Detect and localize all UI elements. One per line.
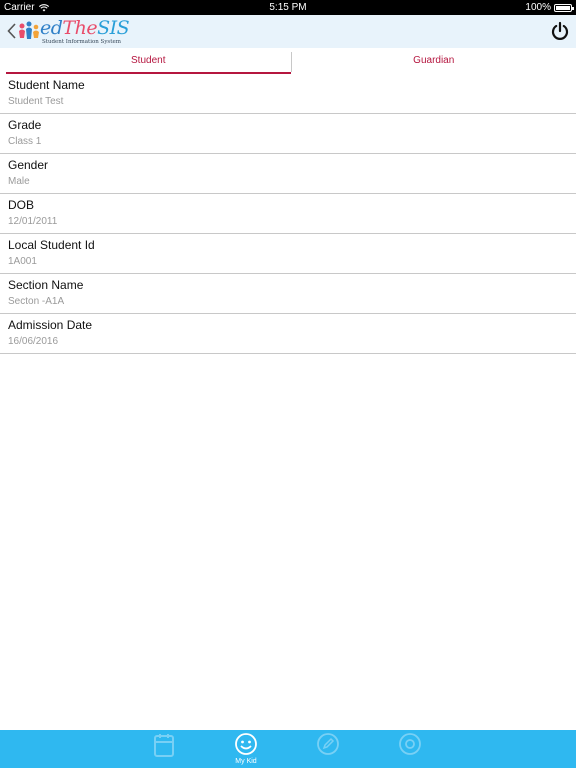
edit-icon <box>317 733 339 755</box>
profile-tabs: Student Guardian <box>0 48 576 74</box>
logo-wordmark-ed: ed <box>40 17 63 39</box>
logo-wordmark-sis: SIS <box>97 17 130 39</box>
field-value: Male <box>8 176 30 187</box>
chevron-left-icon <box>6 23 16 39</box>
field-label: Section Name <box>8 278 84 292</box>
tab-student[interactable]: Student <box>6 48 291 74</box>
tabbar-item-edit[interactable] <box>308 732 348 768</box>
field-label: Local Student Id <box>8 238 95 252</box>
field-label: Admission Date <box>8 318 93 332</box>
app-header: edTheSIS Student Information System <box>0 15 576 48</box>
field-admission-date: Admission Date 16/06/2016 <box>0 314 576 354</box>
logo-wordmark-the: The <box>62 17 98 39</box>
field-label: Gender <box>8 158 49 172</box>
field-student-name: Student Name Student Test <box>0 74 576 114</box>
tabbar-item-my-kid[interactable]: My Kid <box>226 732 266 768</box>
battery-icon <box>554 3 574 12</box>
back-button[interactable] <box>4 20 18 42</box>
tab-guardian[interactable]: Guardian <box>290 52 576 72</box>
field-value: 16/06/2016 <box>8 336 59 347</box>
people-logo-icon <box>19 21 39 39</box>
status-bar: Carrier 5:15 PM 100% <box>0 0 576 15</box>
logo-subtitle: Student Information System <box>42 39 121 45</box>
calendar-icon <box>154 734 174 757</box>
field-label: DOB <box>8 198 35 212</box>
bottom-tab-bar: My Kid <box>0 730 576 768</box>
tabbar-item-settings[interactable] <box>390 732 430 768</box>
battery-percent: 100% <box>525 2 551 13</box>
clock: 5:15 PM <box>269 2 307 13</box>
tabbar-label: My Kid <box>235 758 257 765</box>
field-value: Class 1 <box>8 136 42 147</box>
field-grade: Grade Class 1 <box>0 114 576 154</box>
field-local-student-id: Local Student Id 1A001 <box>0 234 576 274</box>
settings-icon <box>399 733 421 755</box>
logo-wordmark: edTheSIS <box>40 17 130 39</box>
field-value: 1A001 <box>8 256 37 267</box>
field-label: Student Name <box>8 78 85 92</box>
logout-button[interactable] <box>550 21 570 41</box>
tabbar-item-calendar[interactable] <box>144 732 184 768</box>
field-dob: DOB 12/01/2011 <box>0 194 576 234</box>
field-gender: Gender Male <box>0 154 576 194</box>
app-logo: edTheSIS Student Information System <box>18 17 130 47</box>
field-value: Student Test <box>8 96 64 107</box>
field-value: Secton -A1A <box>8 296 65 307</box>
field-section-name: Section Name Secton -A1A <box>0 274 576 314</box>
field-label: Grade <box>8 118 42 132</box>
smiley-icon <box>235 733 257 755</box>
battery-indicator: 100% <box>525 2 574 13</box>
field-value: 12/01/2011 <box>8 216 58 227</box>
student-details-list: Student Name Student Test Grade Class 1 … <box>0 74 576 354</box>
power-icon <box>551 21 569 40</box>
